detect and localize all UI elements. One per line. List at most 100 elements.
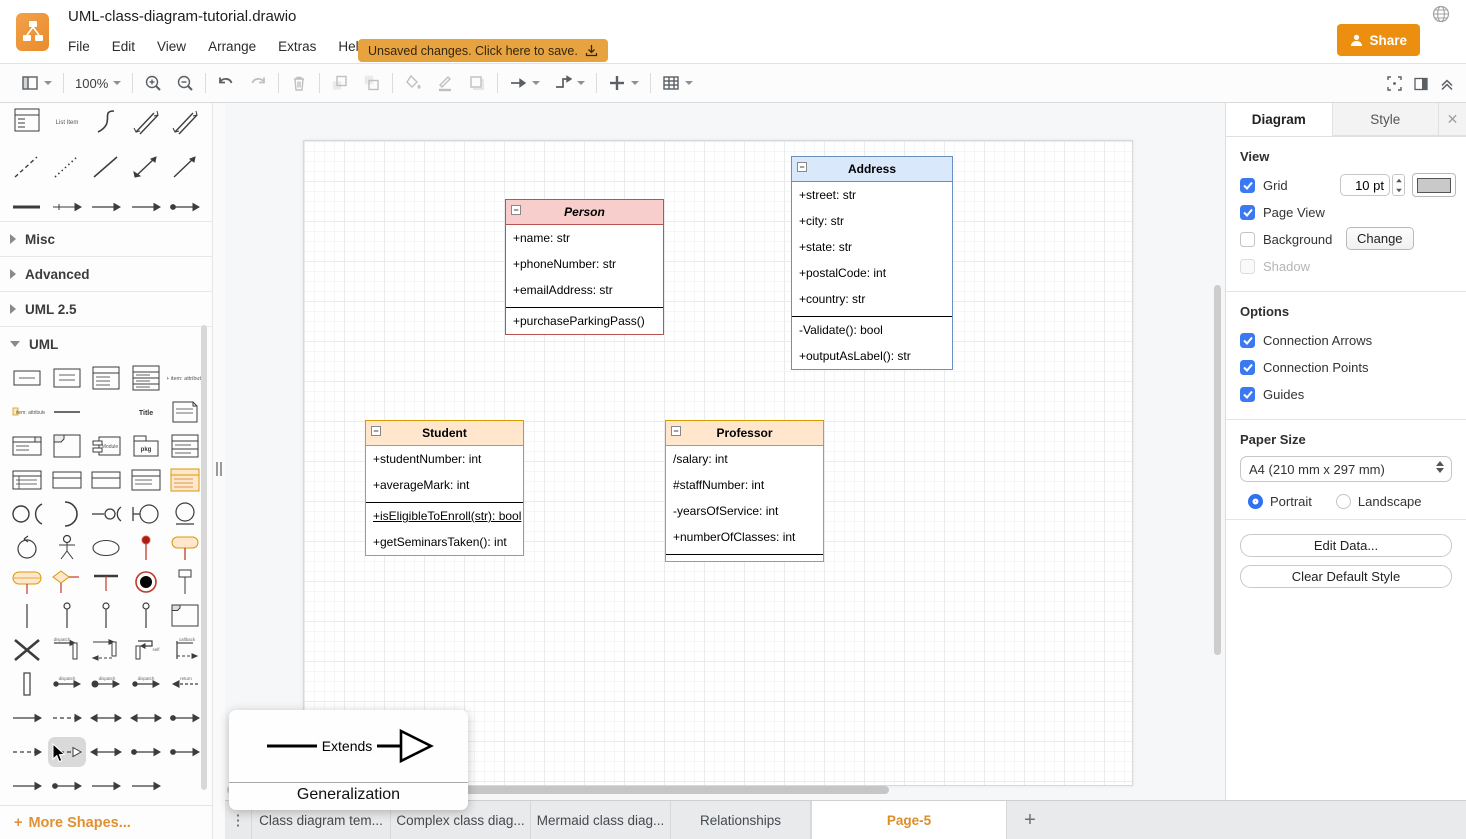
tab-style[interactable]: Style [1332,103,1439,136]
collapse-icon[interactable]: − [797,162,807,172]
shape-package-box[interactable]: pkg [127,431,165,461]
shape-destruction-x[interactable] [8,635,46,665]
section-misc[interactable]: Misc [0,221,212,256]
shape-dispatch-bracket[interactable]: dispatch [48,635,86,665]
shape-list-box[interactable] [8,107,46,137]
page-tab-relationships[interactable]: Relationships [671,801,811,839]
page-tab-page-5[interactable]: Page-5 [811,801,1007,839]
sidebar-scrollbar[interactable] [201,325,207,790]
unsaved-changes-button[interactable]: Unsaved changes. Click here to save. [358,39,608,62]
fullscreen-icon[interactable] [1387,76,1402,91]
shape-link-dash-arrow[interactable] [8,737,46,767]
shape-link-arrow[interactable] [8,771,46,801]
shape-link-dot-arrow[interactable] [48,771,86,801]
shape-link-arrow[interactable] [8,703,46,733]
shape-link-arrow[interactable] [87,771,125,801]
shape-boundary-object[interactable] [127,499,165,529]
shape-dispatch-return[interactable] [87,635,125,665]
section-uml-2-5[interactable]: UML 2.5 [0,291,212,326]
shape-link-labeled[interactable] [48,192,86,222]
shape-class-small[interactable] [8,431,46,461]
shape-note-box[interactable] [166,397,204,427]
shape-link-biarrow[interactable] [127,703,165,733]
menu-file[interactable]: File [68,39,90,54]
shape-class-box-fields[interactable] [127,363,165,393]
shape-link-dot-arrow[interactable] [166,737,204,767]
shape-lifeline[interactable] [8,601,46,631]
shape-link-arrow[interactable] [127,192,165,222]
shape-lifeline-dot[interactable] [48,601,86,631]
menu-edit[interactable]: Edit [112,39,135,54]
grid-checkbox[interactable] [1240,178,1255,193]
share-button[interactable]: Share [1337,24,1420,56]
shape-divider-line[interactable] [48,397,86,427]
menu-arrange[interactable]: Arrange [208,39,256,54]
shape-item-attribute-badge[interactable]: item: attribute [8,397,46,427]
shape-class-orange[interactable] [166,465,204,495]
shape-message-arrow[interactable]: dispatch [48,669,86,699]
shape-curve[interactable] [87,107,125,137]
shape-self-call[interactable]: self [127,635,165,665]
zoom-level[interactable]: 100% [68,68,128,98]
checkbox-connection-arrows[interactable] [1240,333,1255,348]
shape-component-box[interactable]: Module [87,431,125,461]
shape-double-arrow-diag[interactable] [127,107,165,137]
page-view-checkbox[interactable] [1240,205,1255,220]
portrait-radio[interactable]: Portrait [1248,494,1312,509]
shape-required-interface[interactable] [48,499,86,529]
section-uml[interactable]: UML [0,326,212,361]
shape-link-biarrow[interactable] [87,737,125,767]
shape-diag-arrow[interactable] [166,152,204,182]
format-panel-toggle-icon[interactable] [1414,77,1428,91]
clear-default-style-button[interactable]: Clear Default Style [1240,565,1452,588]
shape-class-typed[interactable] [166,431,204,461]
shape-activation-dot[interactable] [127,533,165,563]
grid-size-input[interactable] [1340,174,1390,196]
shape-actor[interactable] [48,533,86,563]
shape-diag-dotted[interactable] [48,152,86,182]
change-background-button[interactable]: Change [1346,227,1414,250]
collapse-icon[interactable]: − [671,426,681,436]
shape-interface-box[interactable] [48,363,86,393]
shape-class-plain[interactable] [87,465,125,495]
shape-link-arrow[interactable] [87,192,125,222]
uml-class-professor[interactable]: −Professor/salary: int#staffNumber: int-… [665,420,824,562]
connection-icon[interactable] [502,68,547,98]
shape-provided-interface[interactable] [8,499,46,529]
shape-composite-activity[interactable] [8,567,46,597]
shape-decision-arrow[interactable] [48,567,86,597]
shape-class-box[interactable] [87,363,125,393]
shape-frame-box[interactable] [48,431,86,461]
page-tab-mermaid-class-diag[interactable]: Mermaid class diag... [531,801,671,839]
undo-icon[interactable] [210,68,242,98]
shape-activity[interactable] [166,533,204,563]
shape-link-arrow[interactable] [127,771,165,801]
shape-final-node[interactable] [127,567,165,597]
shape-diag-biarrow[interactable] [127,152,165,182]
edit-data-button[interactable]: Edit Data... [1240,534,1452,557]
shape-object-box[interactable] [8,363,46,393]
shape-diag-dashed[interactable] [8,152,46,182]
collapse-icon[interactable]: − [371,426,381,436]
close-panel-button[interactable]: ✕ [1438,103,1466,136]
shape-control-object[interactable] [8,533,46,563]
shape-class-plain[interactable] [48,465,86,495]
zoom-out-icon[interactable] [169,68,201,98]
splitter-grip[interactable] [216,462,222,476]
vertical-scrollbar[interactable] [1214,285,1221,655]
shape-title-text[interactable]: Title [127,397,165,427]
uml-class-person[interactable]: −Person+name: str+phoneNumber: str+email… [505,199,664,335]
grid-color-button[interactable] [1412,173,1456,197]
shape-link-biarrow[interactable] [87,703,125,733]
shape-message-dot-arrow[interactable]: dispatch [87,669,125,699]
collapse-toolbar-icon[interactable] [1440,77,1454,91]
tab-diagram[interactable]: Diagram [1226,103,1332,136]
add-page-button[interactable]: + [1007,801,1053,839]
background-checkbox[interactable] [1240,232,1255,247]
shape-link-dash-arrow[interactable] [48,703,86,733]
shape-double-arrow-diag[interactable] [166,107,204,137]
language-globe-icon[interactable] [1432,5,1450,23]
shape-link-dot-arrow[interactable] [166,703,204,733]
table-icon[interactable] [655,68,700,98]
shape-diag-solid[interactable] [87,152,125,182]
